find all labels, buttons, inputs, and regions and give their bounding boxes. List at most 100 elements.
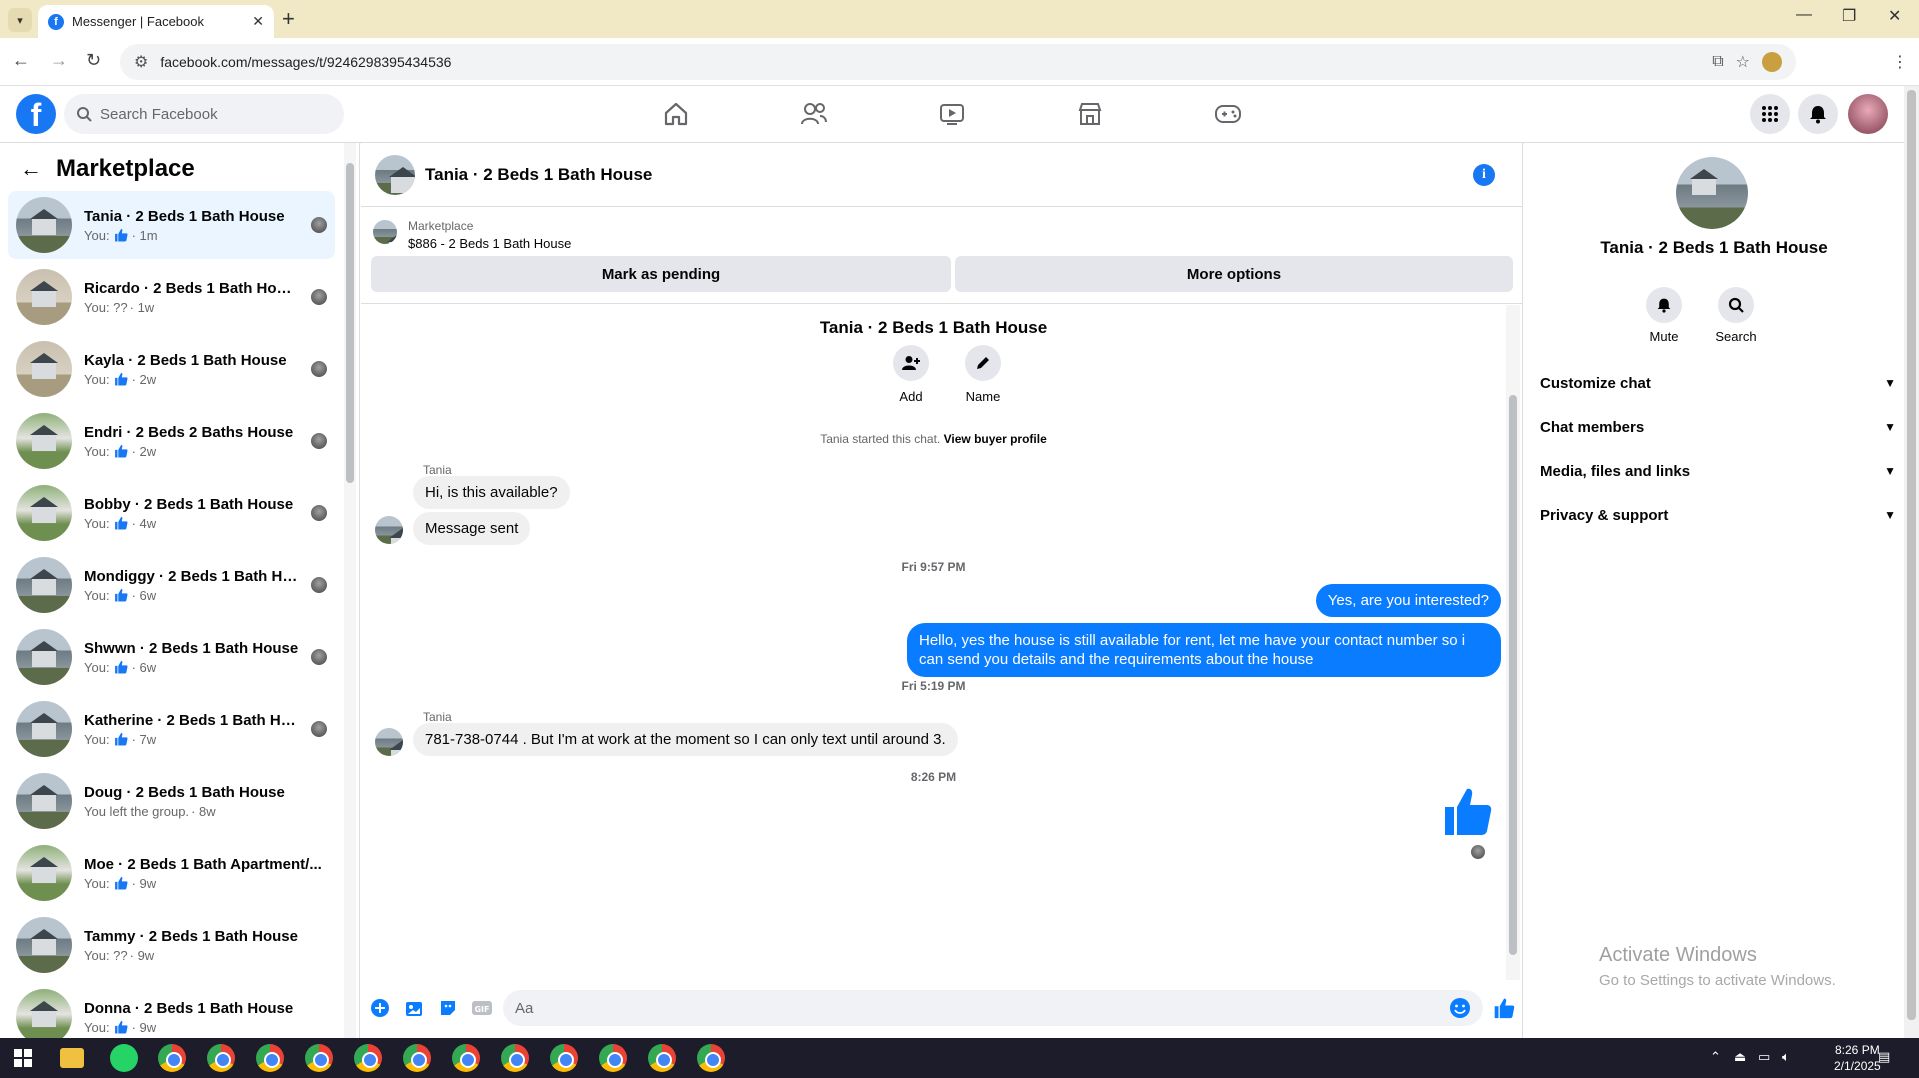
chrome-icon[interactable]	[158, 1044, 186, 1072]
network-icon[interactable]: ▭	[1758, 1049, 1770, 1065]
bookmark-star-icon[interactable]: ☆	[1736, 52, 1750, 72]
page-scroll-thumb[interactable]	[1907, 90, 1916, 1020]
sent-like-thumb-icon[interactable]	[1441, 785, 1493, 837]
mute-button[interactable]: Mute	[1628, 287, 1700, 344]
listing-title[interactable]: $886 - 2 Beds 1 Bath House	[408, 236, 571, 251]
chrome-icon[interactable]	[207, 1044, 235, 1072]
install-app-icon[interactable]: ⧉	[1712, 53, 1723, 71]
url-text[interactable]: facebook.com/messages/t/9246298395434536	[160, 54, 1700, 70]
notifications-bell-icon[interactable]	[1798, 94, 1838, 134]
chrome-icon[interactable]	[256, 1044, 284, 1072]
facebook-logo-icon[interactable]: f	[16, 94, 56, 134]
outgoing-message[interactable]: Hello, yes the house is still available …	[907, 623, 1501, 677]
gif-icon[interactable]: GIF	[469, 995, 495, 1021]
chrome-icon[interactable]	[354, 1044, 382, 1072]
chrome-icon[interactable]	[550, 1044, 578, 1072]
more-options-button[interactable]: More options	[955, 256, 1513, 292]
chat-avatar[interactable]	[375, 154, 415, 195]
home-icon[interactable]	[658, 96, 694, 132]
chrome-icon[interactable]	[697, 1044, 725, 1072]
sidebar-scrollbar[interactable]	[344, 143, 356, 1038]
chat-scrollbar[interactable]	[1506, 305, 1520, 980]
page-scrollbar[interactable]	[1904, 86, 1919, 1038]
video-icon[interactable]	[934, 96, 970, 132]
message-input[interactable]: Aa	[503, 990, 1483, 1026]
notification-center-icon[interactable]: ▤	[1878, 1049, 1890, 1065]
search-in-chat-button[interactable]: Search	[1700, 287, 1772, 344]
incoming-message[interactable]: Hi, is this available?	[413, 476, 570, 509]
chrome-icon[interactable]	[403, 1044, 431, 1072]
privacy-support-row[interactable]: Privacy & support ▼	[1540, 497, 1896, 533]
contact-avatar[interactable]	[1676, 157, 1748, 229]
back-arrow-icon[interactable]: ←	[20, 156, 42, 182]
chrome-icon[interactable]	[599, 1044, 627, 1072]
emoji-icon[interactable]	[1449, 997, 1471, 1019]
incoming-message[interactable]: Message sent	[413, 512, 531, 545]
outgoing-message[interactable]: Yes, are you interested?	[1315, 584, 1501, 617]
media-files-links-row[interactable]: Media, files and links ▼	[1540, 453, 1896, 489]
tab-search-icon[interactable]: ▾	[8, 8, 32, 32]
customize-chat-row[interactable]: Customize chat ▼	[1540, 365, 1896, 401]
incoming-message[interactable]: 781-738-0744 . But I'm at work at the mo…	[413, 723, 958, 756]
view-buyer-profile-link[interactable]: View buyer profile	[944, 432, 1047, 446]
new-tab-icon[interactable]: +	[282, 6, 295, 32]
back-icon[interactable]: ←	[12, 50, 30, 71]
sender-avatar[interactable]	[375, 516, 403, 544]
tray-chevron-icon[interactable]: ⌃	[1710, 1049, 1721, 1065]
photo-icon[interactable]	[401, 995, 427, 1021]
plus-actions-icon[interactable]	[367, 995, 393, 1021]
file-explorer-icon[interactable]	[60, 1048, 84, 1068]
volume-icon[interactable]: 🔈︎	[1782, 1049, 1790, 1065]
chat-title[interactable]: Tania · 2 Beds 1 Bath House	[425, 165, 1463, 185]
chrome-icon[interactable]	[501, 1044, 529, 1072]
conversation-item[interactable]: Donna · 2 Beds 1 Bath House You: · 9w	[8, 983, 335, 1038]
restore-icon[interactable]: ❐	[1842, 6, 1856, 26]
search-input[interactable]: Search Facebook	[64, 94, 344, 134]
chrome-icon[interactable]	[305, 1044, 333, 1072]
forward-icon[interactable]: →	[50, 50, 68, 71]
listing-thumbnail[interactable]	[373, 220, 397, 244]
menu-grid-icon[interactable]	[1750, 94, 1790, 134]
chrome-icon[interactable]	[452, 1044, 480, 1072]
url-bar[interactable]: ⚙ facebook.com/messages/t/92462983954345…	[120, 44, 1796, 80]
like-thumb-icon[interactable]	[1491, 995, 1517, 1021]
chat-members-row[interactable]: Chat members ▼	[1540, 409, 1896, 445]
site-info-icon[interactable]: ⚙	[134, 52, 148, 72]
conversation-item[interactable]: Doug · 2 Beds 1 Bath House You left the g…	[8, 767, 335, 835]
conversation-item[interactable]: Ricardo · 2 Beds 1 Bath House You: ?? · 1w	[8, 263, 335, 331]
friends-icon[interactable]	[796, 96, 832, 132]
conversation-item[interactable]: Mondiggy · 2 Beds 1 Bath Ho... You: · 6w	[8, 551, 335, 619]
sidebar-scroll-thumb[interactable]	[346, 163, 354, 483]
conversation-item[interactable]: Endri · 2 Beds 2 Baths House You: · 2w	[8, 407, 335, 475]
minimize-icon[interactable]: —	[1796, 6, 1812, 24]
close-tab-icon[interactable]: ✕	[252, 13, 264, 30]
conversation-item[interactable]: Shwwn · 2 Beds 1 Bath House You: · 6w	[8, 623, 335, 691]
windows-start-icon[interactable]	[14, 1049, 32, 1067]
conversation-item[interactable]: Moe · 2 Beds 1 Bath Apartment/... You: · 9…	[8, 839, 335, 907]
marketplace-icon[interactable]	[1072, 96, 1108, 132]
conversation-item[interactable]: Tammy · 2 Beds 1 Bath House You: ?? · 9w	[8, 911, 335, 979]
gaming-icon[interactable]	[1210, 96, 1246, 132]
close-window-icon[interactable]: ✕	[1888, 6, 1901, 26]
conversation-item[interactable]: Bobby · 2 Beds 1 Bath House You: · 4w	[8, 479, 335, 547]
whatsapp-icon[interactable]	[110, 1044, 138, 1072]
chat-scroll-thumb[interactable]	[1509, 395, 1517, 955]
browser-menu-icon[interactable]: ⋮	[1892, 52, 1908, 72]
sticker-icon[interactable]	[435, 995, 461, 1021]
edit-name-button[interactable]: Name	[943, 345, 1023, 404]
profile-avatar-icon[interactable]	[1762, 52, 1782, 72]
conversation-item[interactable]: Kayla · 2 Beds 1 Bath House You: · 2w	[8, 335, 335, 403]
sender-avatar[interactable]	[375, 728, 403, 756]
conversation-info-icon[interactable]: i	[1473, 163, 1495, 186]
account-avatar[interactable]	[1848, 94, 1888, 134]
mark-as-pending-button[interactable]: Mark as pending	[371, 256, 951, 292]
clock[interactable]: 8:26 PM 2/1/2025	[1834, 1042, 1881, 1074]
conversation-item[interactable]: Katherine · 2 Beds 1 Bath House You: · 7w	[8, 695, 335, 763]
add-people-button[interactable]: Add	[871, 345, 951, 404]
conversation-item[interactable]: Tania · 2 Beds 1 Bath House You: · 1m	[8, 191, 335, 259]
browser-tab[interactable]: f Messenger | Facebook ✕	[38, 5, 274, 38]
chrome-icon[interactable]	[648, 1044, 676, 1072]
usb-icon[interactable]: ⏏	[1734, 1049, 1746, 1065]
reload-icon[interactable]: ↻	[86, 50, 101, 71]
conversation-name: Endri · 2 Beds 2 Baths House	[84, 423, 294, 441]
